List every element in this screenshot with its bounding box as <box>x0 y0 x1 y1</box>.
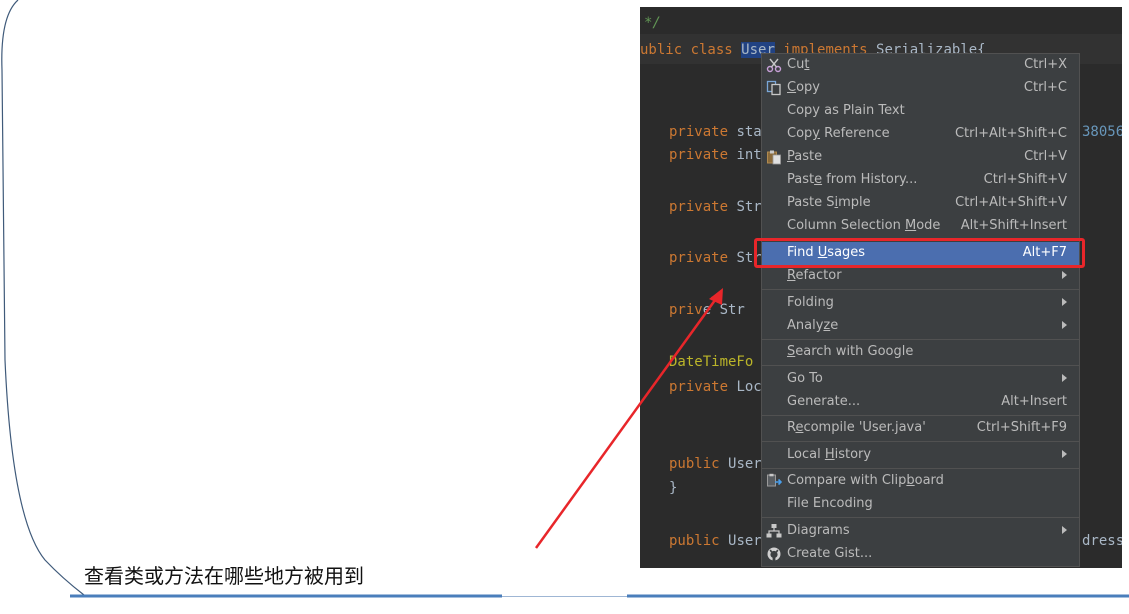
menu-item-folding[interactable]: Folding <box>762 292 1079 315</box>
editor-context-menu: Cut Ctrl+X Copy Ctrl+C Copy as Plain Tex… <box>761 53 1080 567</box>
menu-item-search-with-google[interactable]: Search with Google <box>762 341 1079 364</box>
find-usages-highlight-box <box>754 238 1085 268</box>
menu-separator <box>762 415 1079 416</box>
code-line-serial-fragment: 38056 <box>1082 124 1122 140</box>
code-line-field-4: private Str <box>669 250 762 266</box>
submenu-arrow-icon <box>1062 374 1067 382</box>
compare-clipboard-icon <box>766 473 783 489</box>
menu-item-copy-reference[interactable]: Copy Reference Ctrl+Alt+Shift+C <box>762 123 1079 146</box>
submenu-arrow-icon <box>1062 526 1067 534</box>
github-octocat-icon <box>766 546 782 562</box>
menu-separator <box>762 441 1079 442</box>
menu-item-paste[interactable]: Paste Ctrl+V <box>762 146 1079 169</box>
code-line-field-1: private sta <box>669 124 762 140</box>
menu-item-local-history[interactable]: Local History <box>762 444 1079 467</box>
code-line-brace: } <box>669 480 678 496</box>
code-line-field-3: private Str <box>669 199 762 215</box>
slide-frame-curve <box>1 0 85 596</box>
diagram-hierarchy-icon <box>766 523 782 539</box>
menu-item-generate[interactable]: Generate... Alt+Insert <box>762 391 1079 414</box>
menu-item-paste-from-history[interactable]: Paste from History... Ctrl+Shift+V <box>762 169 1079 192</box>
clipboard-paste-icon <box>766 149 782 165</box>
menu-item-file-encoding[interactable]: File Encoding <box>762 493 1079 516</box>
code-line-annotation: DateTimeFo <box>669 354 754 370</box>
scissors-icon <box>766 57 782 73</box>
menu-item-diagrams[interactable]: Diagrams <box>762 520 1079 543</box>
menu-separator <box>762 289 1079 290</box>
menu-item-cut[interactable]: Cut Ctrl+X <box>762 54 1079 77</box>
menu-separator <box>762 517 1079 518</box>
menu-item-refactor[interactable]: Refactor <box>762 265 1079 288</box>
submenu-arrow-icon <box>1062 271 1067 279</box>
menu-separator <box>762 339 1079 340</box>
menu-item-compare-with-clipboard[interactable]: Compare with Clipboard <box>762 470 1079 493</box>
menu-item-paste-simple[interactable]: Paste Simple Ctrl+Alt+Shift+V <box>762 192 1079 215</box>
menu-item-create-gist[interactable]: Create Gist... <box>762 543 1079 566</box>
submenu-arrow-icon <box>1062 321 1067 329</box>
copy-icon <box>766 80 782 96</box>
code-line-field-2: private int <box>669 147 762 163</box>
submenu-arrow-icon <box>1062 298 1067 306</box>
menu-item-analyze[interactable]: Analyze <box>762 315 1079 338</box>
code-line-private-loc: private Loc <box>669 379 762 395</box>
menu-item-recompile[interactable]: Recompile 'User.java' Ctrl+Shift+F9 <box>762 417 1079 440</box>
submenu-arrow-icon <box>1062 450 1067 458</box>
menu-item-copy[interactable]: Copy Ctrl+C <box>762 77 1079 100</box>
menu-item-go-to[interactable]: Go To <box>762 368 1079 391</box>
menu-item-copy-plain-text[interactable]: Copy as Plain Text <box>762 100 1079 123</box>
code-line-public-user-2: public User <box>669 533 762 549</box>
code-line-public-user-1: public User <box>669 456 762 472</box>
code-line-address-fragment: dress <box>1082 533 1122 549</box>
caption-text: 查看类或方法在哪些地方被用到 <box>84 564 364 588</box>
menu-item-column-selection-mode[interactable]: Column Selection Mode Alt+Shift+Insert <box>762 215 1079 238</box>
menu-separator <box>762 468 1079 469</box>
menu-separator <box>762 365 1079 366</box>
code-line-comment: */ <box>644 15 661 31</box>
code-line-field-5: prive Str <box>669 302 745 318</box>
